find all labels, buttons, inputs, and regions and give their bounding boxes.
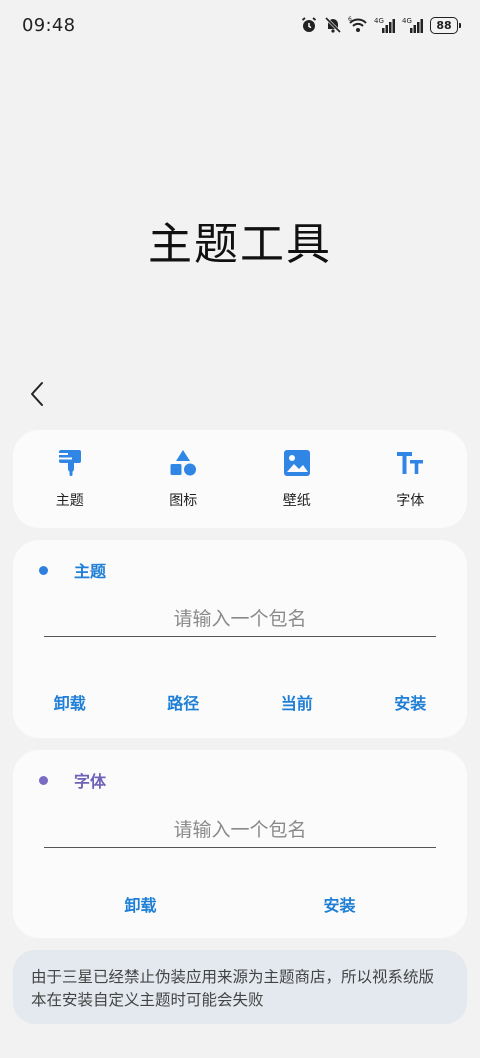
svg-text:4G: 4G [402,17,412,25]
tab-icons[interactable]: 图标 [127,430,241,528]
chevron-left-icon [31,382,43,406]
font-section: 字体 卸载 安装 [13,750,467,938]
svg-text:6: 6 [348,16,352,23]
tab-label: 壁纸 [282,493,311,509]
status-bar: 09:48 6 4G 4G 88 [0,0,480,50]
wifi-icon: 6 [348,16,368,34]
section-title: 字体 [74,772,107,791]
uninstall-button[interactable]: 卸载 [56,888,226,920]
tab-theme[interactable]: 主题 [13,430,127,528]
uninstall-button[interactable]: 卸载 [13,686,126,718]
category-tabs: 主题 图标 壁纸 字体 [13,430,467,528]
tab-label: 图标 [169,493,198,509]
mute-icon [324,16,342,34]
signal-4g-icon: 4G [374,16,396,34]
section-dot [39,775,48,785]
section-title: 主题 [74,562,107,581]
install-button[interactable]: 安装 [255,888,425,920]
section-header: 字体 [39,768,106,792]
theme-actions: 卸载 路径 当前 安装 [13,686,467,718]
tab-label: 字体 [396,493,425,509]
font-icon [395,448,425,478]
page-title: 主题工具 [148,219,332,270]
notice-text: 由于三星已经禁止伪装应用来源为主题商店，所以视系统版本在安装自定义主题时可能会失… [13,950,467,1024]
battery-indicator: 88 [430,16,461,34]
image-icon [282,448,312,478]
section-header: 主题 [39,558,106,582]
signal-4g-icon: 4G [402,16,424,34]
alarm-icon [300,16,318,34]
shapes-icon [168,448,198,478]
font-actions: 卸载 安装 [13,888,467,920]
section-dot [39,565,48,575]
install-button[interactable]: 安装 [354,686,467,718]
svg-text:4G: 4G [374,17,384,25]
theme-package-input[interactable] [44,601,436,637]
status-time: 09:48 [22,14,76,36]
tab-font[interactable]: 字体 [354,430,468,528]
tab-wallpaper[interactable]: 壁纸 [240,430,354,528]
theme-section: 主题 卸载 路径 当前 安装 [13,540,467,738]
tab-label: 主题 [55,493,84,509]
path-button[interactable]: 路径 [127,686,240,718]
font-package-input[interactable] [44,812,436,848]
brush-icon [55,448,85,478]
current-button[interactable]: 当前 [240,686,353,718]
status-icons: 6 4G 4G 88 [300,16,461,34]
back-button[interactable] [22,378,52,410]
